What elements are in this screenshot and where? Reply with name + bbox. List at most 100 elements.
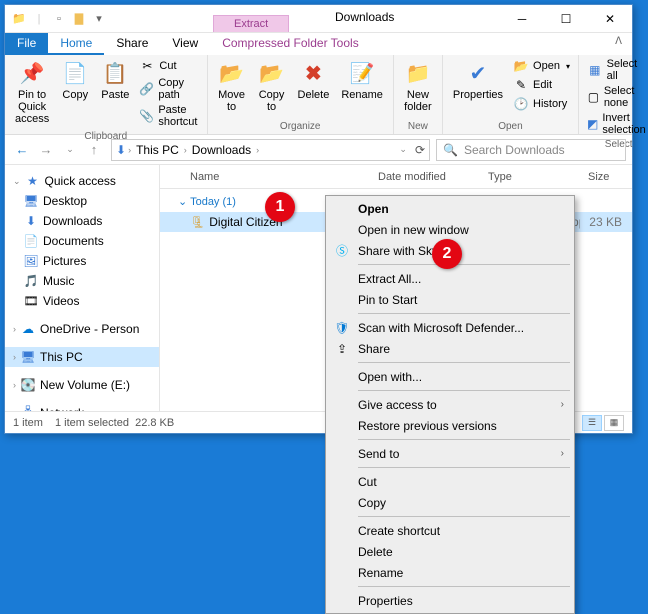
ctx-properties[interactable]: Properties bbox=[328, 590, 572, 611]
ctx-create-shortcut[interactable]: Create shortcut bbox=[328, 520, 572, 541]
close-button[interactable]: ✕ bbox=[588, 5, 632, 33]
ribbon-tabs: File Home Share View Compressed Folder T… bbox=[5, 33, 632, 55]
col-name[interactable]: Name bbox=[182, 171, 370, 183]
breadcrumb-downloads[interactable]: Downloads bbox=[189, 143, 254, 157]
folder-icon: 📁 bbox=[11, 11, 27, 27]
nav-pictures[interactable]: 🖼Pictures bbox=[5, 251, 159, 271]
nav-new-volume[interactable]: ›💽New Volume (E:) bbox=[5, 375, 159, 395]
titlebar: 📁 | ▫ ▇ ▾ Extract Downloads ─ ☐ ✕ bbox=[5, 5, 632, 33]
chevron-right-icon[interactable]: › bbox=[256, 145, 259, 155]
nav-quick-access[interactable]: ⌄★Quick access bbox=[5, 171, 159, 191]
delete-button[interactable]: ✖Delete bbox=[294, 57, 334, 103]
cut-button[interactable]: ✂Cut bbox=[137, 57, 200, 75]
move-to-button[interactable]: 📂Move to bbox=[214, 57, 250, 115]
group-new-label: New bbox=[400, 119, 436, 132]
search-input[interactable]: 🔍 Search Downloads bbox=[436, 139, 626, 161]
properties-button[interactable]: ✔Properties bbox=[449, 57, 507, 103]
ctx-send-to[interactable]: Send to› bbox=[328, 443, 572, 464]
address-bar[interactable]: ⬇ › This PC › Downloads › ⌄ ⟳ bbox=[111, 139, 430, 161]
up-button[interactable]: ↑ bbox=[83, 139, 105, 161]
ctx-pin-to-start[interactable]: Pin to Start bbox=[328, 289, 572, 310]
ctx-rename[interactable]: Rename bbox=[328, 562, 572, 583]
qat-properties-icon[interactable]: ▫ bbox=[51, 11, 67, 27]
ctx-extract-all[interactable]: Extract All... bbox=[328, 268, 572, 289]
thumbnails-view-button[interactable]: ▦ bbox=[604, 415, 624, 431]
ctx-delete[interactable]: Delete bbox=[328, 541, 572, 562]
copy-button[interactable]: 📄Copy bbox=[57, 57, 93, 103]
ctx-cut[interactable]: Cut bbox=[328, 471, 572, 492]
separator bbox=[358, 264, 570, 265]
forward-button[interactable]: → bbox=[35, 139, 57, 161]
maximize-button[interactable]: ☐ bbox=[544, 5, 588, 33]
ribbon: 📌Pin to Quick access 📄Copy 📋Paste ✂Cut 🔗… bbox=[5, 55, 632, 135]
select-all-button[interactable]: ▦Select all bbox=[585, 57, 648, 83]
qat-new-folder-icon[interactable]: ▇ bbox=[71, 11, 87, 27]
ribbon-collapse-icon[interactable]: ᐱ bbox=[605, 33, 632, 55]
chevron-right-icon[interactable]: › bbox=[184, 145, 187, 155]
recent-locations-button[interactable]: ⌄ bbox=[59, 139, 81, 161]
col-type[interactable]: Type bbox=[480, 171, 580, 183]
nav-desktop[interactable]: 🖥Desktop bbox=[5, 191, 159, 211]
col-size[interactable]: Size bbox=[580, 171, 630, 183]
callout-2: 2 bbox=[432, 239, 462, 269]
nav-downloads[interactable]: ⬇Downloads bbox=[5, 211, 159, 231]
tab-share[interactable]: Share bbox=[104, 33, 160, 55]
separator bbox=[358, 467, 570, 468]
nav-documents[interactable]: 📄Documents bbox=[5, 231, 159, 251]
drive-icon: 💽 bbox=[20, 377, 36, 393]
history-button[interactable]: 🕑History bbox=[511, 95, 572, 113]
col-date[interactable]: Date modified bbox=[370, 171, 480, 183]
tab-view[interactable]: View bbox=[160, 33, 210, 55]
nav-this-pc[interactable]: ›🖥This PC bbox=[5, 347, 159, 367]
ctx-open[interactable]: Open bbox=[328, 198, 572, 219]
ctx-give-access[interactable]: Give access to› bbox=[328, 394, 572, 415]
ctx-share[interactable]: ⇪Share bbox=[328, 338, 572, 359]
ctx-copy[interactable]: Copy bbox=[328, 492, 572, 513]
pin-quick-access-button[interactable]: 📌Pin to Quick access bbox=[11, 57, 53, 127]
ctx-defender-scan[interactable]: 🛡Scan with Microsoft Defender... bbox=[328, 317, 572, 338]
rename-button[interactable]: 📝Rename bbox=[337, 57, 387, 103]
copy-path-icon: 🔗 bbox=[139, 81, 154, 97]
chevron-down-icon[interactable]: ⌄ bbox=[399, 144, 407, 155]
paste-button[interactable]: 📋Paste bbox=[97, 57, 133, 103]
separator bbox=[358, 313, 570, 314]
copy-to-button[interactable]: 📂Copy to bbox=[254, 57, 290, 115]
nav-videos[interactable]: 🎞Videos bbox=[5, 291, 159, 311]
chevron-right-icon[interactable]: › bbox=[128, 145, 131, 155]
nav-network[interactable]: ›🖧Network bbox=[5, 403, 159, 411]
new-folder-button[interactable]: 📁New folder bbox=[400, 57, 436, 115]
ctx-open-with[interactable]: Open with... bbox=[328, 366, 572, 387]
copy-path-button[interactable]: 🔗Copy path bbox=[137, 76, 200, 102]
callout-1: 1 bbox=[265, 192, 295, 222]
tab-home[interactable]: Home bbox=[48, 33, 104, 55]
qat-dropdown-icon[interactable]: ▾ bbox=[91, 11, 107, 27]
group-open-label: Open bbox=[449, 119, 572, 132]
tab-file[interactable]: File bbox=[5, 33, 48, 55]
minimize-button[interactable]: ─ bbox=[500, 5, 544, 33]
breadcrumb-this-pc[interactable]: This PC bbox=[133, 143, 182, 157]
pin-icon: 📌 bbox=[18, 59, 46, 87]
ctx-open-new-window[interactable]: Open in new window bbox=[328, 219, 572, 240]
tab-compressed-tools[interactable]: Compressed Folder Tools bbox=[210, 33, 371, 55]
separator bbox=[358, 586, 570, 587]
search-icon: 🔍 bbox=[443, 143, 458, 157]
nav-music[interactable]: 🎵Music bbox=[5, 271, 159, 291]
invert-selection-button[interactable]: ◩Invert selection bbox=[585, 111, 648, 137]
paste-shortcut-button[interactable]: 📎Paste shortcut bbox=[137, 103, 200, 129]
videos-icon: 🎞 bbox=[23, 293, 39, 309]
cut-icon: ✂ bbox=[139, 58, 155, 74]
ctx-restore-versions[interactable]: Restore previous versions bbox=[328, 415, 572, 436]
chevron-right-icon: › bbox=[561, 399, 564, 410]
chevron-right-icon: › bbox=[561, 448, 564, 459]
open-button[interactable]: 📂Open▾ bbox=[511, 57, 572, 75]
nav-onedrive[interactable]: ›☁OneDrive - Person bbox=[5, 319, 159, 339]
select-none-button[interactable]: ▢Select none bbox=[585, 84, 648, 110]
refresh-button[interactable]: ⟳ bbox=[415, 143, 425, 157]
details-view-button[interactable]: ☰ bbox=[582, 415, 602, 431]
separator bbox=[358, 439, 570, 440]
select-none-icon: ▢ bbox=[587, 89, 600, 105]
group-organize-label: Organize bbox=[214, 119, 387, 132]
back-button[interactable]: ← bbox=[11, 139, 33, 161]
desktop-icon: 🖥 bbox=[23, 193, 39, 209]
edit-button[interactable]: ✎Edit bbox=[511, 76, 572, 94]
